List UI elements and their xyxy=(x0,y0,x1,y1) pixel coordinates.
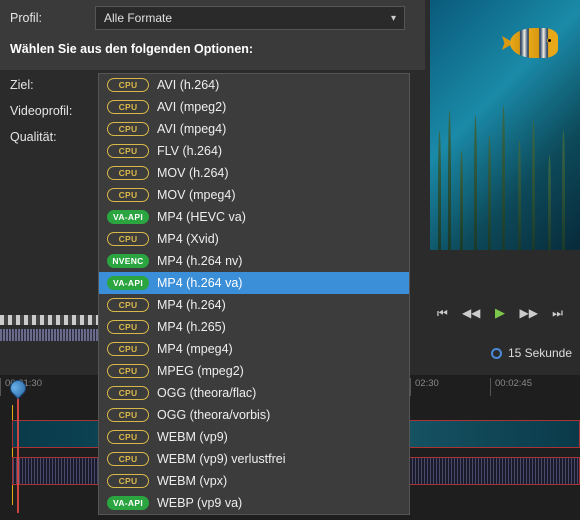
cpu-badge: CPU xyxy=(107,320,149,334)
format-option[interactable]: CPU MP4 (h.264) xyxy=(99,294,409,316)
format-label: AVI (mpeg2) xyxy=(157,100,226,114)
thumbnail-strip xyxy=(0,315,100,325)
format-option[interactable]: CPU FLV (h.264) xyxy=(99,140,409,162)
cpu-badge: CPU xyxy=(107,298,149,312)
format-label: FLV (h.264) xyxy=(157,144,222,158)
format-label: OGG (theora/vorbis) xyxy=(157,408,270,422)
format-label: MP4 (h.264) xyxy=(157,298,226,312)
format-label: MP4 (mpeg4) xyxy=(157,342,233,356)
vaapi-badge: VA-API xyxy=(107,496,149,510)
form-labels: Ziel: Videoprofil: Qualität: xyxy=(0,78,100,156)
status-dot-icon xyxy=(491,348,502,359)
format-option[interactable]: CPU AVI (mpeg2) xyxy=(99,96,409,118)
skip-start-button[interactable]: ⏮ xyxy=(434,305,450,321)
format-option[interactable]: CPU OGG (theora/vorbis) xyxy=(99,404,409,426)
format-label: OGG (theora/flac) xyxy=(157,386,256,400)
profile-label: Profil: xyxy=(10,11,95,25)
format-option[interactable]: CPU MOV (h.264) xyxy=(99,162,409,184)
vaapi-badge: VA-API xyxy=(107,276,149,290)
format-label: MP4 (h.265) xyxy=(157,320,226,334)
format-label: WEBP (vp9 va) xyxy=(157,496,242,510)
format-option[interactable]: CPU MOV (mpeg4) xyxy=(99,184,409,206)
nvenc-badge: NVENC xyxy=(107,254,149,268)
profile-value: Alle Formate xyxy=(104,11,172,25)
vaapi-badge: VA-API xyxy=(107,210,149,224)
time-tick: 00:02:45 xyxy=(490,378,570,396)
cpu-badge: CPU xyxy=(107,78,149,92)
format-option[interactable]: CPU OGG (theora/flac) xyxy=(99,382,409,404)
format-label: WEBM (vp9) xyxy=(157,430,228,444)
profile-dropdown[interactable]: Alle Formate xyxy=(95,6,405,30)
cpu-badge: CPU xyxy=(107,430,149,444)
format-label: MOV (mpeg4) xyxy=(157,188,236,202)
format-label: AVI (mpeg4) xyxy=(157,122,226,136)
videoprofile-label: Videoprofil: xyxy=(10,104,90,118)
format-option[interactable]: CPU WEBM (vpx) xyxy=(99,470,409,492)
video-preview xyxy=(430,0,580,250)
format-option[interactable]: VA-API MP4 (HEVC va) xyxy=(99,206,409,228)
cpu-badge: CPU xyxy=(107,474,149,488)
playback-controls: ⏮ ◀◀ ▶ ▶▶ ⏭ xyxy=(420,297,580,329)
format-label: MP4 (HEVC va) xyxy=(157,210,246,224)
format-label: MOV (h.264) xyxy=(157,166,229,180)
cpu-badge: CPU xyxy=(107,386,149,400)
cpu-badge: CPU xyxy=(107,166,149,180)
format-option[interactable]: CPU MP4 (mpeg4) xyxy=(99,338,409,360)
target-label: Ziel: xyxy=(10,78,90,92)
format-option[interactable]: CPU AVI (mpeg4) xyxy=(99,118,409,140)
status-text: 15 Sekunde xyxy=(508,346,572,360)
format-label: MP4 (h.264 nv) xyxy=(157,254,242,268)
cpu-badge: CPU xyxy=(107,342,149,356)
cpu-badge: CPU xyxy=(107,122,149,136)
cpu-badge: CPU xyxy=(107,452,149,466)
audio-thumbnail xyxy=(0,329,100,341)
cpu-badge: CPU xyxy=(107,232,149,246)
skip-end-button[interactable]: ⏭ xyxy=(550,305,566,321)
track-preview-area xyxy=(0,285,100,319)
format-dropdown-list[interactable]: CPU AVI (h.264) CPU AVI (mpeg2) CPU AVI (mpeg… xyxy=(98,73,410,515)
format-option[interactable]: NVENC MP4 (h.264 nv) xyxy=(99,250,409,272)
quality-label: Qualität: xyxy=(10,130,90,144)
coral-graphic xyxy=(430,100,580,250)
profile-row: Profil: Alle Formate xyxy=(10,6,415,30)
format-option[interactable]: CPU WEBM (vp9) verlustfrei xyxy=(99,448,409,470)
format-option[interactable]: CPU MPEG (mpeg2) xyxy=(99,360,409,382)
format-option[interactable]: VA-API WEBP (vp9 va) xyxy=(99,492,409,514)
export-panel: Profil: Alle Formate Wählen Sie aus den … xyxy=(0,0,425,70)
format-option[interactable]: CPU AVI (h.264) xyxy=(99,74,409,96)
format-label: MPEG (mpeg2) xyxy=(157,364,244,378)
format-label: WEBM (vp9) verlustfrei xyxy=(157,452,286,466)
status-right: 15 Sekunde xyxy=(491,346,572,360)
format-label: WEBM (vpx) xyxy=(157,474,227,488)
format-label: MP4 (h.264 va) xyxy=(157,276,242,290)
format-label: MP4 (Xvid) xyxy=(157,232,219,246)
cpu-badge: CPU xyxy=(107,144,149,158)
cpu-badge: CPU xyxy=(107,100,149,114)
playhead[interactable] xyxy=(17,393,19,513)
format-label: AVI (h.264) xyxy=(157,78,219,92)
format-option[interactable]: VA-API MP4 (h.264 va) xyxy=(99,272,409,294)
cpu-badge: CPU xyxy=(107,408,149,422)
cpu-badge: CPU xyxy=(107,364,149,378)
format-option[interactable]: CPU MP4 (h.265) xyxy=(99,316,409,338)
format-option[interactable]: CPU WEBM (vp9) xyxy=(99,426,409,448)
cpu-badge: CPU xyxy=(107,188,149,202)
time-tick: 02:30 xyxy=(410,378,490,396)
forward-button[interactable]: ▶▶ xyxy=(521,305,537,321)
play-button[interactable]: ▶ xyxy=(492,305,508,321)
format-option[interactable]: CPU MP4 (Xvid) xyxy=(99,228,409,250)
clownfish-graphic xyxy=(510,28,565,63)
section-header: Wählen Sie aus den folgenden Optionen: xyxy=(10,42,415,56)
rewind-button[interactable]: ◀◀ xyxy=(463,305,479,321)
